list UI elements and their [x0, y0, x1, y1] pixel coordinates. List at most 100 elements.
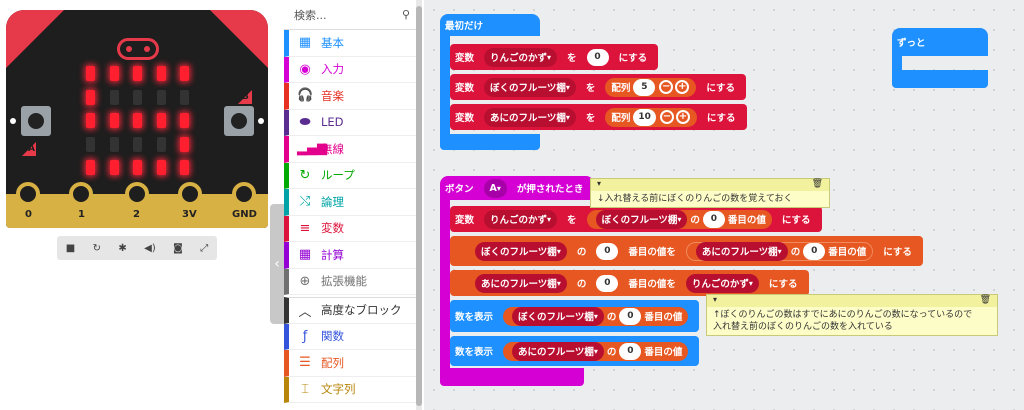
plus-icon[interactable]: + — [675, 110, 690, 124]
number-input[interactable]: 5 — [633, 78, 656, 96]
trash-icon[interactable]: 🗑 — [980, 295, 991, 305]
block-keyword: の — [606, 347, 617, 358]
block-keyword: が押されたとき — [516, 184, 584, 195]
category-8[interactable]: ▦ 計算 — [284, 242, 420, 269]
comment-text[interactable]: ↓入れ替える前にぼくのりんごの数を覚えておく — [591, 191, 829, 207]
collapse-simulator-button[interactable]: ‹ — [270, 204, 284, 324]
led — [156, 113, 166, 128]
category-12[interactable]: ☰ 配列 — [284, 350, 420, 377]
fullscreen-icon[interactable]: ⤢ — [200, 243, 208, 254]
category-10[interactable]: ︿ 高度なブロック — [284, 297, 420, 324]
stop-icon[interactable]: ■ — [66, 243, 75, 254]
comment-text[interactable]: ↑ぼくのりんごの数はすでにあにのりんごの数になっているので 入れ替え前のぼくのり… — [707, 307, 997, 335]
array-block[interactable]: 配列 10 − + — [605, 107, 697, 127]
array-get-block[interactable]: ぼくのフルーツ棚 の 0 番目の値 — [503, 306, 689, 326]
category-5[interactable]: ↻ ループ — [284, 162, 420, 189]
array-dropdown[interactable]: あにのフルーツ棚 — [475, 273, 567, 293]
variable-dropdown[interactable]: りんごのかず — [484, 209, 558, 229]
show-number-block[interactable]: 数を表示 ぼくのフルーツ棚 の 0 番目の値 — [450, 300, 700, 332]
index-input[interactable]: 0 — [619, 307, 642, 325]
array-dropdown[interactable]: ぼくのフルーツ棚 — [475, 241, 567, 261]
search-icon[interactable]: ⚲ — [402, 8, 410, 21]
pin-label: GND — [232, 209, 257, 220]
category-9[interactable]: ⊕ 拡張機能 — [284, 268, 420, 295]
number-input[interactable]: 0 — [586, 48, 609, 66]
minus-icon[interactable]: − — [659, 110, 674, 124]
on-button-pressed-block[interactable]: ボタン A が押されたとき — [440, 176, 595, 200]
array-block[interactable]: 配列 5 − + — [605, 77, 697, 97]
on-start-bottom — [440, 134, 540, 150]
index-input[interactable]: 0 — [803, 242, 826, 260]
array-dropdown[interactable]: ぼくのフルーツ棚 — [512, 306, 604, 326]
block-keyword: を — [567, 53, 577, 64]
led — [156, 89, 166, 105]
show-number-block[interactable]: 数を表示 あにのフルーツ棚 の 0 番目の値 — [450, 336, 700, 366]
plus-icon[interactable]: + — [675, 80, 690, 94]
trash-icon[interactable]: 🗑 — [812, 179, 823, 189]
pin-1[interactable] — [69, 182, 93, 206]
mute-icon[interactable]: ◀) — [144, 243, 156, 254]
screenshot-icon[interactable]: ◙ — [173, 243, 183, 254]
microbit-logo — [117, 38, 159, 60]
category-3[interactable]: ⬬ LED — [284, 109, 420, 136]
array-get-block[interactable]: ぼくのフルーツ棚 の 0 番目の値 — [586, 209, 772, 229]
array-dropdown[interactable]: あにのフルーツ棚 — [695, 241, 788, 261]
variable-dropdown[interactable]: ぼくのフルーツ棚 — [484, 77, 576, 97]
variable-dropdown[interactable]: あにのフルーツ棚 — [484, 107, 576, 127]
collapse-arrow-icon[interactable]: ▾ — [713, 295, 717, 304]
toolbox-scrollbar[interactable] — [416, 0, 422, 410]
on-start-block[interactable]: 最初だけ — [440, 14, 540, 36]
collapse-arrow-icon[interactable]: ▾ — [597, 179, 601, 188]
index-input[interactable]: 0 — [596, 274, 619, 292]
number-input[interactable]: 10 — [633, 108, 656, 126]
pin-0[interactable] — [16, 182, 40, 206]
set-variable-block[interactable]: 変数 りんごのかず を 0 にする — [450, 44, 659, 70]
led — [180, 66, 189, 81]
category-2[interactable]: 🎧 音楽 — [284, 83, 420, 110]
index-input[interactable]: 0 — [596, 242, 619, 260]
block-keyword: ボタン — [445, 184, 474, 195]
category-7[interactable]: ≡ 変数 — [284, 215, 420, 242]
comment-box[interactable]: ▾ 🗑 ↓入れ替える前にぼくのりんごの数を覚えておく — [590, 178, 830, 208]
button-a[interactable] — [21, 106, 51, 136]
set-variable-block[interactable]: 変数 ぼくのフルーツ棚 を 配列 5 − + にする — [450, 74, 746, 100]
variable-dropdown[interactable]: りんごのかず — [484, 47, 558, 67]
array-set-block[interactable]: あにのフルーツ棚 の 0 番目の値を りんごのかず にする — [450, 270, 809, 296]
category-label: 関数 — [321, 329, 344, 344]
category-0[interactable]: ▦ 基本 — [284, 30, 420, 57]
block-keyword: の — [606, 312, 617, 323]
calculator-icon: ▦ — [298, 247, 312, 263]
search-input[interactable]: 検索... ⚲ — [284, 0, 420, 30]
category-11[interactable]: ƒ 関数 — [284, 323, 420, 350]
led — [109, 66, 119, 81]
set-variable-block[interactable]: 変数 りんごのかず を ぼくのフルーツ棚 の 0 番目の値 にする — [450, 206, 822, 232]
block-keyword: 変数 — [455, 215, 475, 226]
array-dropdown[interactable]: あにのフルーツ棚 — [512, 341, 604, 361]
array-get-block[interactable]: あにのフルーツ棚 の 0 番目の値 — [685, 241, 874, 261]
category-6[interactable]: ⤭ 論理 — [284, 189, 420, 216]
category-13[interactable]: ⌶ 文字列 — [284, 376, 420, 403]
category-4[interactable]: ▂▄▆ 無線 — [284, 136, 420, 163]
minus-icon[interactable]: − — [659, 80, 674, 94]
restart-icon[interactable]: ↻ — [93, 243, 101, 254]
debug-icon[interactable]: ✱ — [118, 243, 126, 254]
variable-dropdown[interactable]: りんごのかず — [685, 273, 759, 293]
index-input[interactable]: 0 — [619, 342, 642, 360]
category-label: 配列 — [321, 355, 344, 370]
block-workspace[interactable]: 最初だけ 変数 りんごのかず を 0 にする 変数 ぼくのフルーツ棚 を 配列 … — [424, 0, 1024, 410]
button-b[interactable] — [224, 106, 254, 136]
forever-block[interactable]: ずっと — [892, 28, 988, 56]
array-set-block[interactable]: ぼくのフルーツ棚 の 0 番目の値を あにのフルーツ棚 の 0 番目の値 にする — [450, 236, 923, 266]
array-get-block[interactable]: あにのフルーツ棚 の 0 番目の値 — [503, 341, 689, 361]
toolbox: 検索... ⚲ ▦ 基本 ◉ 入力 🎧 音楽 ⬬ LED ▂▄▆ 無線 ↻ ループ ⤭ 論理 ≡ 変数 ▦ 計算 ⊕… — [284, 0, 420, 410]
comment-box[interactable]: ▾ 🗑 ↑ぼくのりんごの数はすでにあにのりんごの数になっているので 入れ替え前の… — [706, 294, 998, 336]
pin-2[interactable] — [125, 182, 149, 206]
led — [109, 136, 119, 152]
category-1[interactable]: ◉ 入力 — [284, 56, 420, 83]
button-dropdown[interactable]: A — [483, 178, 507, 198]
category-label: 高度なブロック — [321, 303, 402, 318]
index-input[interactable]: 0 — [702, 210, 725, 228]
block-keyword: 番目の値 — [644, 347, 683, 358]
array-dropdown[interactable]: ぼくのフルーツ棚 — [595, 209, 688, 229]
set-variable-block[interactable]: 変数 あにのフルーツ棚 を 配列 10 − + にする — [450, 104, 747, 130]
